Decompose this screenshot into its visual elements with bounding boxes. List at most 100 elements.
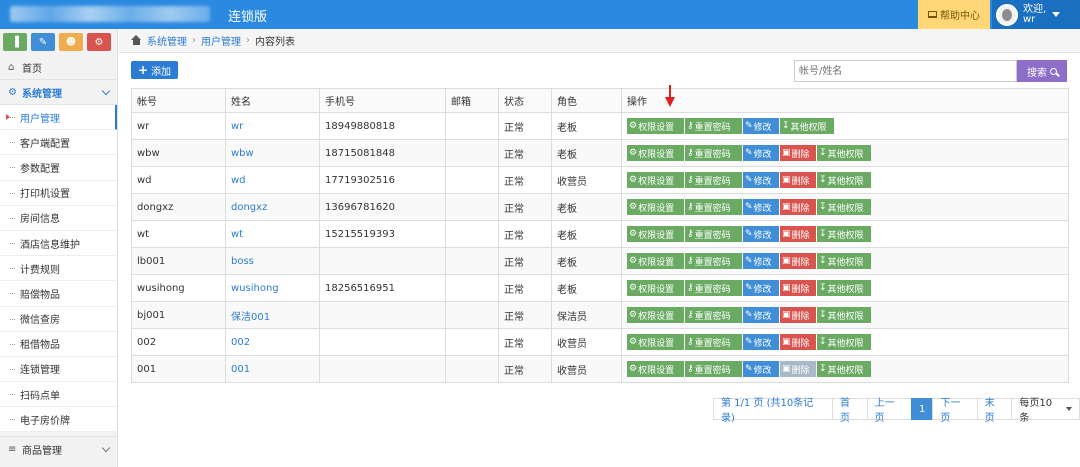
permission-settings-button[interactable]: ⚙ 权限设置 (627, 226, 684, 242)
sidebar-group-system[interactable]: ⚙ 系统管理 (0, 80, 117, 105)
sidebar-group-label: 商品管理 (22, 445, 62, 457)
permission-settings-button[interactable]: ⚙ 权限设置 (627, 145, 684, 161)
permission-settings-button[interactable]: ⚙ 权限设置 (627, 253, 684, 269)
edit-button[interactable]: ✎ 修改 (743, 253, 779, 269)
delete-button[interactable]: ▣ 删除 (780, 226, 816, 242)
edit-button[interactable]: ✎ 修改 (743, 172, 779, 188)
first-page-button[interactable]: 首页 (832, 398, 868, 424)
edit-button[interactable]: ✎ 修改 (743, 199, 779, 215)
reset-password-button[interactable]: ⚷ 重置密码 (685, 253, 742, 269)
permission-settings-button[interactable]: ⚙ 权限设置 (627, 334, 684, 350)
reset-password-button[interactable]: ⚷ 重置密码 (685, 118, 742, 134)
other-permissions-button[interactable]: ↧ 其他权限 (817, 361, 871, 377)
sidebar-item-billing[interactable]: 计费规则 (0, 256, 117, 282)
cell-actions: ⚙ 权限设置 ⚷ 重置密码 ✎ 修改 ▣ 删除 ↧ 其他权限 (621, 247, 1069, 275)
sidebar-item-chain[interactable]: 连锁管理 (0, 356, 117, 383)
page-size-select[interactable]: 每页10条 (1011, 398, 1080, 424)
permission-settings-button[interactable]: ⚙ 权限设置 (627, 199, 684, 215)
name-link[interactable]: 001 (231, 364, 250, 375)
user-menu[interactable]: 欢迎, wr (992, 0, 1080, 29)
search-button[interactable]: 搜索 (1017, 60, 1067, 82)
reset-password-button[interactable]: ⚷ 重置密码 (685, 334, 742, 350)
permission-settings-button[interactable]: ⚙ 权限设置 (627, 172, 684, 188)
signal-icon[interactable]: ▐ (3, 33, 27, 51)
sidebar-item-rooms[interactable]: 房间信息 (0, 205, 117, 231)
sidebar-item-compensation[interactable]: 赔偿物品 (0, 281, 117, 307)
cell-name: 保洁001 (225, 301, 320, 329)
other-permissions-button[interactable]: ↧ 其他权限 (780, 118, 834, 134)
other-permissions-button[interactable]: ↧ 其他权限 (817, 253, 871, 269)
reset-password-button[interactable]: ⚷ 重置密码 (685, 361, 742, 377)
reset-password-button[interactable]: ⚷ 重置密码 (685, 145, 742, 161)
sidebar-item-wechat-check[interactable]: 微信查房 (0, 306, 117, 332)
delete-button[interactable]: ▣ 删除 (780, 253, 816, 269)
permission-settings-button[interactable]: ⚙ 权限设置 (627, 361, 684, 377)
sidebar-item-home[interactable]: ⌂ 首页 (0, 55, 117, 80)
name-link[interactable]: wd (231, 175, 246, 186)
delete-button[interactable]: ▣ 删除 (780, 307, 816, 323)
prev-page-button[interactable]: 上一页 (866, 398, 912, 424)
edit-button[interactable]: ✎ 修改 (743, 226, 779, 242)
row-actions: ⚙ 权限设置 ⚷ 重置密码 ✎ 修改 ▣ 删除 ↧ 其他权限 (627, 361, 1063, 377)
permission-settings-button[interactable]: ⚙ 权限设置 (627, 280, 684, 296)
name-link[interactable]: dongxz (231, 202, 267, 213)
other-permissions-button[interactable]: ↧ 其他权限 (817, 199, 871, 215)
delete-button[interactable]: ▣ 删除 (780, 145, 816, 161)
edit-button[interactable]: ✎ 修改 (743, 280, 779, 296)
permission-settings-button[interactable]: ⚙ 权限设置 (627, 118, 684, 134)
sidebar-item-printer[interactable]: 打印机设置 (0, 180, 117, 206)
name-link[interactable]: 002 (231, 337, 250, 348)
sidebar-item-params[interactable]: 参数配置 (0, 155, 117, 181)
current-page-button[interactable]: 1 (911, 398, 934, 420)
next-page-button[interactable]: 下一页 (932, 398, 978, 424)
chevron-down-icon (101, 443, 111, 453)
sidebar-item-qr-order[interactable]: 扫码点单 (0, 382, 117, 408)
delete-label: 删除 (791, 365, 810, 376)
other-permissions-button[interactable]: ↧ 其他权限 (817, 145, 871, 161)
sidebar-item-rentals[interactable]: 租借物品 (0, 331, 117, 357)
name-link[interactable]: wt (231, 229, 243, 240)
reset-password-button[interactable]: ⚷ 重置密码 (685, 172, 742, 188)
sidebar-item-users[interactable]: 用户管理 (0, 105, 124, 131)
name-link[interactable]: wr (231, 121, 243, 132)
reset-password-button[interactable]: ⚷ 重置密码 (685, 199, 742, 215)
reset-password-button[interactable]: ⚷ 重置密码 (685, 307, 742, 323)
delete-button[interactable]: ▣ 删除 (780, 334, 816, 350)
edit-button[interactable]: ✎ 修改 (743, 361, 779, 377)
name-link[interactable]: boss (231, 256, 254, 267)
cogs-icon[interactable]: ⚙ (87, 33, 111, 51)
edit-button[interactable]: ✎ 修改 (743, 334, 779, 350)
other-permissions-button[interactable]: ↧ 其他权限 (817, 226, 871, 242)
other-permissions-button[interactable]: ↧ 其他权限 (817, 280, 871, 296)
edit-label: 修改 (753, 203, 772, 214)
sidebar-item-client-config[interactable]: 客户端配置 (0, 130, 117, 156)
pencil-icon[interactable]: ✎ (31, 33, 55, 51)
edit-button[interactable]: ✎ 修改 (743, 307, 779, 323)
edit-button[interactable]: ✎ 修改 (743, 118, 779, 134)
other-permissions-button[interactable]: ↧ 其他权限 (817, 334, 871, 350)
delete-button[interactable]: ▣ 删除 (780, 199, 816, 215)
name-link[interactable]: 保洁001 (231, 312, 270, 323)
permission-settings-label: 权限设置 (638, 365, 675, 376)
add-button[interactable]: + 添加 (131, 61, 178, 79)
last-page-button[interactable]: 末页 (976, 398, 1013, 424)
edit-button[interactable]: ✎ 修改 (743, 145, 779, 161)
other-permissions-button[interactable]: ↧ 其他权限 (817, 307, 871, 323)
permission-settings-button[interactable]: ⚙ 权限设置 (627, 307, 684, 323)
breadcrumb-system[interactable]: 系统管理 (147, 33, 187, 48)
sidebar-item-hotel-info[interactable]: 酒店信息维护 (0, 230, 117, 257)
sidebar-item-price-board[interactable]: 电子房价牌 (0, 407, 117, 433)
delete-button[interactable]: ▣ 删除 (780, 280, 816, 296)
reset-password-button[interactable]: ⚷ 重置密码 (685, 280, 742, 296)
reset-password-button[interactable]: ⚷ 重置密码 (685, 226, 742, 242)
search-input[interactable] (794, 60, 1017, 82)
sidebar-group-goods[interactable]: ≡ 商品管理 (0, 436, 117, 461)
name-link[interactable]: wusihong (231, 283, 279, 294)
name-link[interactable]: wbw (231, 148, 254, 159)
delete-button[interactable]: ▣ 删除 (780, 172, 816, 188)
other-permissions-button[interactable]: ↧ 其他权限 (817, 172, 871, 188)
breadcrumb-users[interactable]: 用户管理 (201, 33, 241, 48)
users-icon[interactable]: ☻ (59, 33, 83, 51)
help-center-button[interactable]: 帮助中心 (918, 0, 990, 29)
key-icon: ⚷ (687, 229, 694, 239)
